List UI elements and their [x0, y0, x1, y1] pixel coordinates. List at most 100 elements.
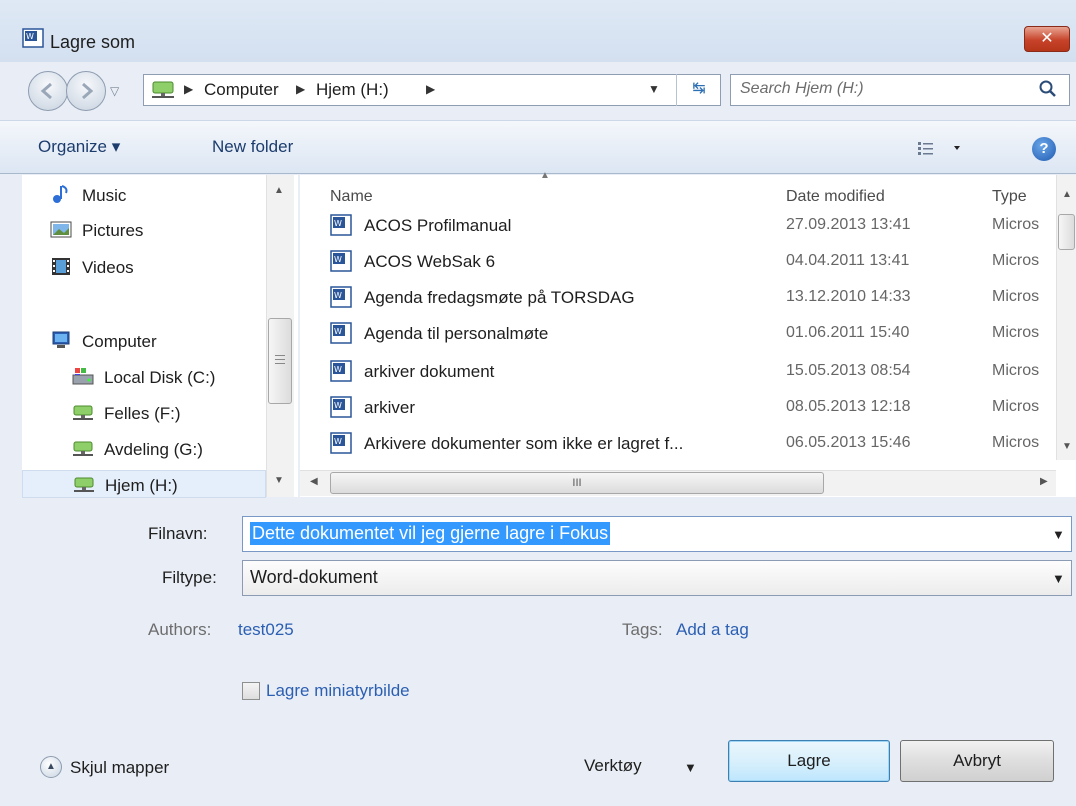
authors-value[interactable]: test025 — [238, 620, 294, 640]
column-header-type[interactable]: Type — [992, 188, 1027, 206]
back-button[interactable] — [28, 71, 68, 111]
scroll-right-icon[interactable]: ▶ — [1040, 476, 1048, 487]
file-name: Arkivere dokumenter som ikke er lagret f… — [364, 434, 684, 453]
scrollbar-thumb[interactable] — [268, 318, 292, 404]
refresh-button[interactable]: ↹ — [676, 74, 721, 106]
network-drive-icon — [73, 405, 93, 420]
scrollbar-thumb[interactable]: III — [330, 472, 824, 494]
breadcrumb-separator-icon[interactable]: ▶ — [184, 82, 193, 96]
change-view-button[interactable] — [916, 138, 986, 160]
word-document-icon: W — [330, 360, 352, 382]
file-row[interactable]: W Agenda fredagsmøte på TORSDAG 13.12.20… — [328, 282, 1058, 316]
search-placeholder: Search Hjem (H:) — [740, 80, 864, 97]
scroll-down-icon[interactable]: ▼ — [274, 475, 284, 486]
search-icon[interactable] — [1038, 79, 1058, 99]
file-name: ACOS Profilmanual — [364, 216, 512, 235]
file-name: arkiver — [364, 398, 416, 417]
title-bar — [0, 0, 1076, 62]
authors-label: Authors: — [148, 620, 212, 639]
filename-dropdown-icon[interactable]: ▼ — [1052, 527, 1065, 542]
forward-button[interactable] — [66, 71, 106, 111]
tags-label: Tags: — [622, 620, 663, 639]
file-name: Agenda fredagsmøte på TORSDAG — [364, 288, 635, 307]
svg-text:W: W — [26, 32, 34, 41]
file-date: 13.12.2010 14:33 — [786, 288, 911, 305]
scroll-down-icon[interactable]: ▼ — [1062, 441, 1072, 452]
word-document-icon: W — [330, 396, 352, 418]
file-row[interactable]: W Arkivere dokumenter som ikke er lagret… — [328, 428, 1058, 462]
sidebar-item-label: Hjem (H:) — [105, 476, 178, 495]
sidebar-item-label: Videos — [82, 258, 134, 277]
file-row[interactable]: W ACOS Profilmanual 27.09.2013 13:41 Mic… — [328, 210, 1058, 244]
breadcrumb-computer[interactable]: Computer — [204, 80, 279, 100]
window-title: Lagre som — [50, 32, 136, 52]
computer-icon — [52, 331, 70, 348]
file-type: Micros — [992, 362, 1040, 379]
svg-text:W: W — [334, 219, 342, 228]
cancel-button[interactable]: Avbryt — [900, 740, 1054, 782]
file-row[interactable]: W arkiver dokument 15.05.2013 08:54 Micr… — [328, 356, 1058, 390]
videos-icon — [52, 258, 70, 275]
breadcrumb-separator-icon[interactable]: ▶ — [426, 82, 435, 96]
tools-button[interactable]: Verktøy — [584, 756, 642, 776]
network-drive-icon — [152, 81, 174, 98]
hide-folders-button[interactable]: Skjul mapper — [70, 758, 169, 778]
sidebar-item-computer[interactable]: Computer — [50, 326, 286, 356]
column-header-name[interactable]: Name — [330, 188, 373, 206]
help-icon[interactable]: ? — [1032, 137, 1056, 161]
sidebar-item-label: Music — [82, 186, 127, 205]
file-type: Micros — [992, 252, 1040, 269]
file-row[interactable]: W Agenda til personalmøte 01.06.2011 15:… — [328, 318, 1058, 352]
tags-value[interactable]: Add a tag — [676, 620, 749, 640]
file-date: 08.05.2013 12:18 — [786, 398, 911, 415]
file-date: 04.04.2011 13:41 — [786, 252, 910, 269]
scroll-left-icon[interactable]: ◀ — [310, 476, 318, 487]
command-toolbar — [0, 120, 1076, 174]
view-list-icon — [918, 142, 960, 155]
new-folder-button[interactable]: New folder — [212, 137, 293, 157]
local-disk-icon — [72, 368, 94, 385]
filename-value[interactable]: Dette dokumentet vil jeg gjerne lagre i … — [250, 522, 611, 545]
recent-pages-dropdown-icon[interactable]: ▽ — [110, 84, 119, 98]
sidebar-item-videos[interactable]: Videos — [50, 252, 286, 282]
file-date: 27.09.2013 13:41 — [786, 216, 911, 233]
file-type: Micros — [992, 434, 1040, 451]
file-row[interactable]: W ACOS WebSak 6 04.04.2011 13:41 Micros — [328, 246, 1058, 280]
sidebar-item-hjem[interactable]: Hjem (H:) — [22, 470, 266, 498]
sidebar-item-label: Local Disk (C:) — [104, 368, 216, 387]
hide-folders-icon[interactable]: ▲ — [40, 756, 62, 778]
save-thumbnail-label[interactable]: Lagre miniatyrbilde — [266, 681, 410, 701]
music-icon — [53, 185, 68, 203]
sidebar-item-music[interactable]: Music — [50, 180, 286, 210]
breadcrumb-hjem[interactable]: Hjem (H:) — [316, 80, 389, 100]
network-drive-icon — [73, 441, 93, 456]
save-thumbnail-checkbox[interactable] — [242, 682, 260, 700]
file-type: Micros — [992, 398, 1040, 415]
svg-text:W: W — [334, 291, 342, 300]
file-row[interactable]: W arkiver 08.05.2013 12:18 Micros — [328, 392, 1058, 426]
close-button[interactable]: ✕ — [1024, 26, 1070, 52]
word-document-icon: W — [22, 28, 44, 48]
column-header-date[interactable]: Date modified — [786, 188, 885, 206]
pictures-icon — [50, 221, 72, 238]
file-type: Micros — [992, 324, 1040, 341]
organize-button[interactable]: Organize ▾ — [38, 137, 120, 157]
tools-dropdown-icon[interactable]: ▼ — [684, 760, 697, 775]
file-type: Micros — [992, 288, 1040, 305]
word-document-icon: W — [330, 286, 352, 308]
scrollbar-thumb[interactable] — [1058, 214, 1075, 250]
scroll-up-icon[interactable]: ▲ — [1062, 189, 1072, 200]
file-date: 01.06.2011 15:40 — [786, 324, 910, 341]
filetype-label: Filtype: — [162, 568, 217, 587]
scroll-up-icon[interactable]: ▲ — [274, 185, 284, 196]
svg-text:W: W — [334, 327, 342, 336]
word-document-icon: W — [330, 250, 352, 272]
save-button[interactable]: Lagre — [728, 740, 890, 782]
word-document-icon: W — [330, 214, 352, 236]
svg-text:W: W — [334, 437, 342, 446]
filetype-dropdown-icon[interactable]: ▼ — [1052, 571, 1065, 586]
sort-ascending-icon: ▲ — [540, 170, 550, 181]
sidebar-item-pictures[interactable]: Pictures — [50, 215, 286, 245]
breadcrumb-separator-icon[interactable]: ▶ — [296, 82, 305, 96]
address-dropdown-icon[interactable]: ▼ — [648, 82, 660, 96]
